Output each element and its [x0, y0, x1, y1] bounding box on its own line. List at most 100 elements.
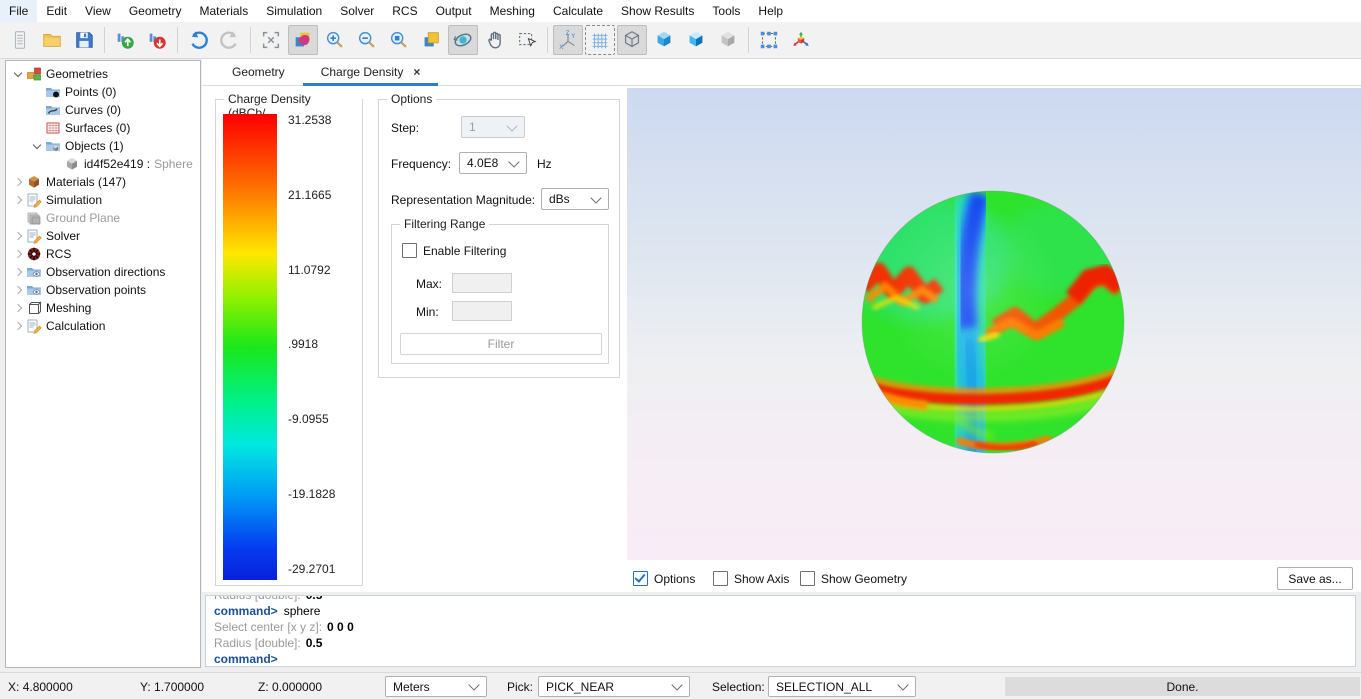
- frequency-value: 4.0E8: [467, 156, 498, 170]
- pick-dropdown[interactable]: PICK_NEAR: [538, 676, 690, 697]
- save-as-button[interactable]: Save as...: [1277, 567, 1353, 590]
- fit-view-icon[interactable]: [256, 25, 286, 55]
- menu-item-output[interactable]: Output: [427, 0, 481, 22]
- tree-item-meshing[interactable]: Meshing: [6, 299, 200, 317]
- open-folder-icon[interactable]: [37, 25, 67, 55]
- command-console[interactable]: Radius [double]:0.5command>sphereSelect …: [205, 595, 1356, 667]
- tree-item-label: Surfaces (0): [65, 121, 130, 135]
- tab-charge-density[interactable]: Charge Density ×: [303, 59, 439, 85]
- show-geometry-checkbox[interactable]: [800, 571, 815, 586]
- units-dropdown[interactable]: Meters: [385, 676, 487, 697]
- menu-item-solver[interactable]: Solver: [331, 0, 383, 22]
- menu-item-view[interactable]: View: [76, 0, 120, 22]
- representation-magnitude-dropdown[interactable]: dBs: [541, 188, 609, 210]
- menu-item-show-results[interactable]: Show Results: [612, 0, 703, 22]
- view-front-icon[interactable]: [416, 25, 446, 55]
- tree-item-label: Solver: [46, 229, 80, 243]
- max-label: Max:: [416, 277, 442, 291]
- tree-item-surfaces-0[interactable]: Surfaces (0): [6, 119, 200, 137]
- show-axis-checkbox[interactable]: [713, 571, 728, 586]
- chevron-collapsed-icon[interactable]: [12, 266, 24, 278]
- tree-item-calculation[interactable]: Calculation: [6, 317, 200, 335]
- chevron-collapsed-icon[interactable]: [12, 194, 24, 206]
- chevron-down-icon: [468, 679, 479, 690]
- representation-magnitude-value: dBs: [549, 192, 570, 206]
- filter-button[interactable]: Filter: [400, 333, 602, 355]
- tree-item-geometries[interactable]: Geometries: [6, 65, 200, 83]
- ground-plane-icon: [26, 210, 42, 226]
- redo-icon[interactable]: [215, 25, 245, 55]
- tree-item-id4f52e419[interactable]: id4f52e419 :Sphere: [6, 155, 200, 173]
- undo-icon[interactable]: [183, 25, 213, 55]
- tree-item-curves-0[interactable]: Curves (0): [6, 101, 200, 119]
- zoom-out-icon[interactable]: [352, 25, 382, 55]
- menu-item-meshing[interactable]: Meshing: [481, 0, 544, 22]
- menu-item-help[interactable]: Help: [749, 0, 792, 22]
- show-axes-icon[interactable]: ZYX: [553, 25, 583, 55]
- tree-item-objects-1[interactable]: Objects (1): [6, 137, 200, 155]
- chevron-collapsed-icon[interactable]: [12, 176, 24, 188]
- tree-item-simulation[interactable]: Simulation: [6, 191, 200, 209]
- chevron-collapsed-icon[interactable]: [12, 284, 24, 296]
- chevron-expanded-icon[interactable]: [31, 140, 43, 152]
- menu-item-geometry[interactable]: Geometry: [120, 0, 191, 22]
- shaded-view-icon[interactable]: [288, 25, 318, 55]
- menu-item-rcs[interactable]: RCS: [383, 0, 426, 22]
- tree-item-rcs[interactable]: RCS: [6, 245, 200, 263]
- pan-icon[interactable]: [480, 25, 510, 55]
- chevron-collapsed-icon[interactable]: [12, 248, 24, 260]
- orbit-icon[interactable]: [448, 25, 478, 55]
- geometries-icon: [26, 66, 42, 82]
- tree-item-observation-directions[interactable]: Observation directions: [6, 263, 200, 281]
- viewport-options-label: Options: [654, 572, 695, 586]
- min-input[interactable]: [452, 301, 512, 321]
- chevron-collapsed-icon[interactable]: [12, 302, 24, 314]
- chevron-collapsed-icon[interactable]: [12, 320, 24, 332]
- selection-label: Selection:: [712, 680, 765, 694]
- menu-item-edit[interactable]: Edit: [37, 0, 76, 22]
- save-icon[interactable]: [69, 25, 99, 55]
- step-dropdown[interactable]: 1: [461, 116, 525, 138]
- frequency-dropdown[interactable]: 4.0E8: [459, 152, 527, 174]
- toolbar-separator: [547, 27, 548, 53]
- tab-geometry[interactable]: Geometry: [214, 59, 303, 85]
- export-icon[interactable]: [142, 25, 172, 55]
- console-line: Select center [x y z]:0 0 0: [214, 619, 1347, 635]
- selection-handles-icon[interactable]: [754, 25, 784, 55]
- menu-item-calculate[interactable]: Calculate: [544, 0, 612, 22]
- menu-item-file[interactable]: File: [0, 0, 37, 22]
- menu-item-tools[interactable]: Tools: [703, 0, 749, 22]
- zoom-in-icon[interactable]: [320, 25, 350, 55]
- select-area-icon[interactable]: [512, 25, 542, 55]
- menu-item-simulation[interactable]: Simulation: [257, 0, 331, 22]
- triad-axes-icon[interactable]: [786, 25, 816, 55]
- tree-item-materials-147[interactable]: Materials (147): [6, 173, 200, 191]
- status-text: Done.: [1166, 680, 1198, 694]
- max-input[interactable]: [452, 273, 512, 293]
- selection-dropdown[interactable]: SELECTION_ALL: [768, 676, 916, 697]
- 3d-viewport[interactable]: [627, 88, 1361, 560]
- console-label: Radius [double]:: [214, 636, 301, 650]
- enable-filtering-checkbox[interactable]: [402, 243, 417, 258]
- console-line: command>sphere: [214, 603, 1347, 619]
- new-file-icon[interactable]: [5, 25, 35, 55]
- chevron-collapsed-icon[interactable]: [12, 230, 24, 242]
- wireframe-cube-icon[interactable]: [617, 25, 647, 55]
- tree-item-points-0[interactable]: Points (0): [6, 83, 200, 101]
- tree-item-solver[interactable]: Solver: [6, 227, 200, 245]
- tree-item-ground-plane[interactable]: Ground Plane: [6, 209, 200, 227]
- flat-cube-icon[interactable]: [649, 25, 679, 55]
- colorbar-group: Charge Density (dBCb/... 31.253821.16651…: [215, 99, 363, 586]
- rcs-icon: [26, 246, 42, 262]
- tab-close-icon[interactable]: ×: [413, 66, 420, 78]
- hidden-line-cube-icon[interactable]: [713, 25, 743, 55]
- colorbar-tick-label: 11.0792: [288, 264, 335, 277]
- menu-item-materials[interactable]: Materials: [191, 0, 258, 22]
- zoom-window-icon[interactable]: [384, 25, 414, 55]
- import-icon[interactable]: [110, 25, 140, 55]
- chevron-expanded-icon[interactable]: [12, 68, 24, 80]
- show-grid-icon[interactable]: [585, 25, 615, 55]
- shaded-cube-icon[interactable]: [681, 25, 711, 55]
- tree-item-observation-points[interactable]: Observation points: [6, 281, 200, 299]
- viewport-options-checkbox[interactable]: [633, 571, 648, 586]
